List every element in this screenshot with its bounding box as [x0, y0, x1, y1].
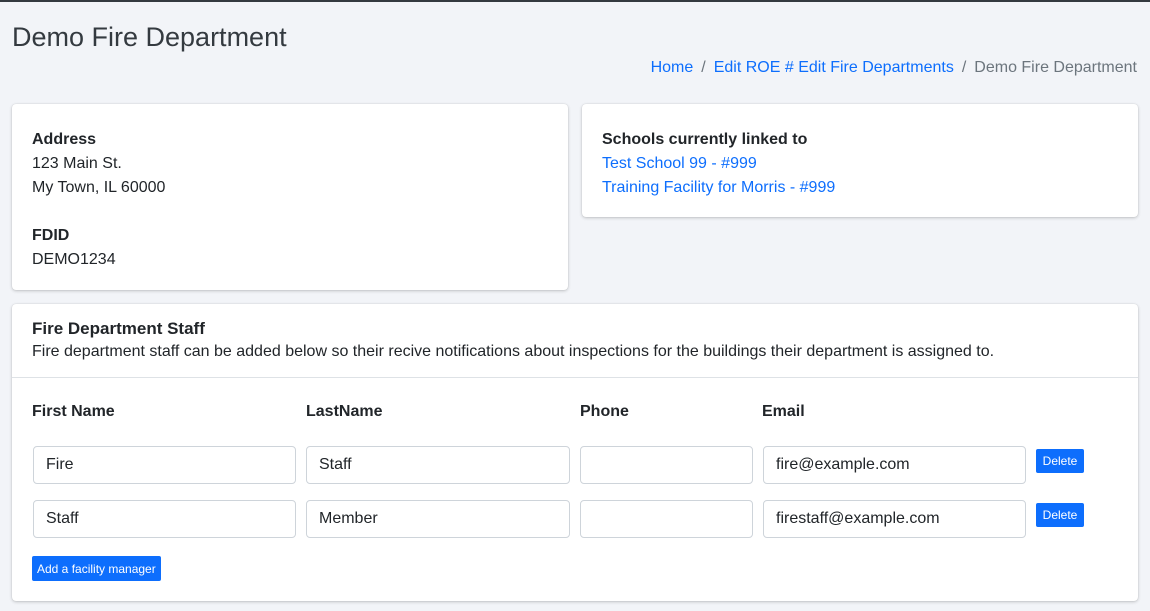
staff-card-header: Fire Department Staff Fire department st…: [12, 304, 1138, 378]
add-facility-manager-button[interactable]: Add a facility manager: [32, 556, 161, 581]
breadcrumb-edit-roe-link[interactable]: Edit ROE # Edit Fire Departments: [714, 59, 954, 76]
staff-card-title: Fire Department Staff: [32, 319, 205, 338]
fdid-label: FDID: [32, 227, 70, 244]
phone-header: Phone: [580, 403, 629, 420]
email-input[interactable]: [763, 500, 1026, 538]
delete-button[interactable]: Delete: [1036, 503, 1084, 527]
first-name-input[interactable]: [33, 500, 296, 538]
breadcrumb-separator: /: [961, 59, 967, 76]
breadcrumb-separator: /: [701, 59, 706, 76]
address-label: Address: [32, 131, 97, 148]
address-line-1: 123 Main St.: [32, 155, 122, 172]
last-name-input[interactable]: [306, 446, 570, 484]
schools-label: Schools currently linked to: [602, 131, 808, 148]
school-link[interactable]: Test School 99 - #999: [602, 152, 1118, 176]
staff-form: First Name LastName Phone Email Delete D…: [12, 378, 1138, 599]
phone-input[interactable]: [580, 500, 753, 538]
phone-input[interactable]: [580, 446, 753, 484]
delete-button[interactable]: Delete: [1036, 449, 1084, 473]
last-name-input[interactable]: [306, 500, 570, 538]
page-title: Demo Fire Department: [12, 22, 287, 52]
fdid-value: DEMO1234: [32, 251, 116, 268]
staff-card-description: Fire department staff can be added below…: [32, 343, 995, 360]
breadcrumb-home-link[interactable]: Home: [651, 59, 694, 76]
breadcrumb: Home / Edit ROE # Edit Fire Departments / De…: [651, 59, 1137, 77]
schools-card: Schools currently linked to Test School …: [582, 104, 1138, 217]
school-link[interactable]: Training Facility for Morris - #999: [602, 176, 1118, 200]
email-input[interactable]: [763, 446, 1026, 484]
last-name-header: LastName: [306, 403, 383, 420]
breadcrumb-current: Demo Fire Department: [974, 59, 1137, 76]
address-line-2: My Town, IL 60000: [32, 179, 166, 196]
address-card: Address 123 Main St. My Town, IL 60000 F…: [12, 104, 568, 290]
first-name-input[interactable]: [33, 446, 296, 484]
email-header: Email: [762, 403, 805, 420]
first-name-header: First Name: [32, 403, 115, 420]
staff-card: Fire Department Staff Fire department st…: [12, 304, 1138, 601]
